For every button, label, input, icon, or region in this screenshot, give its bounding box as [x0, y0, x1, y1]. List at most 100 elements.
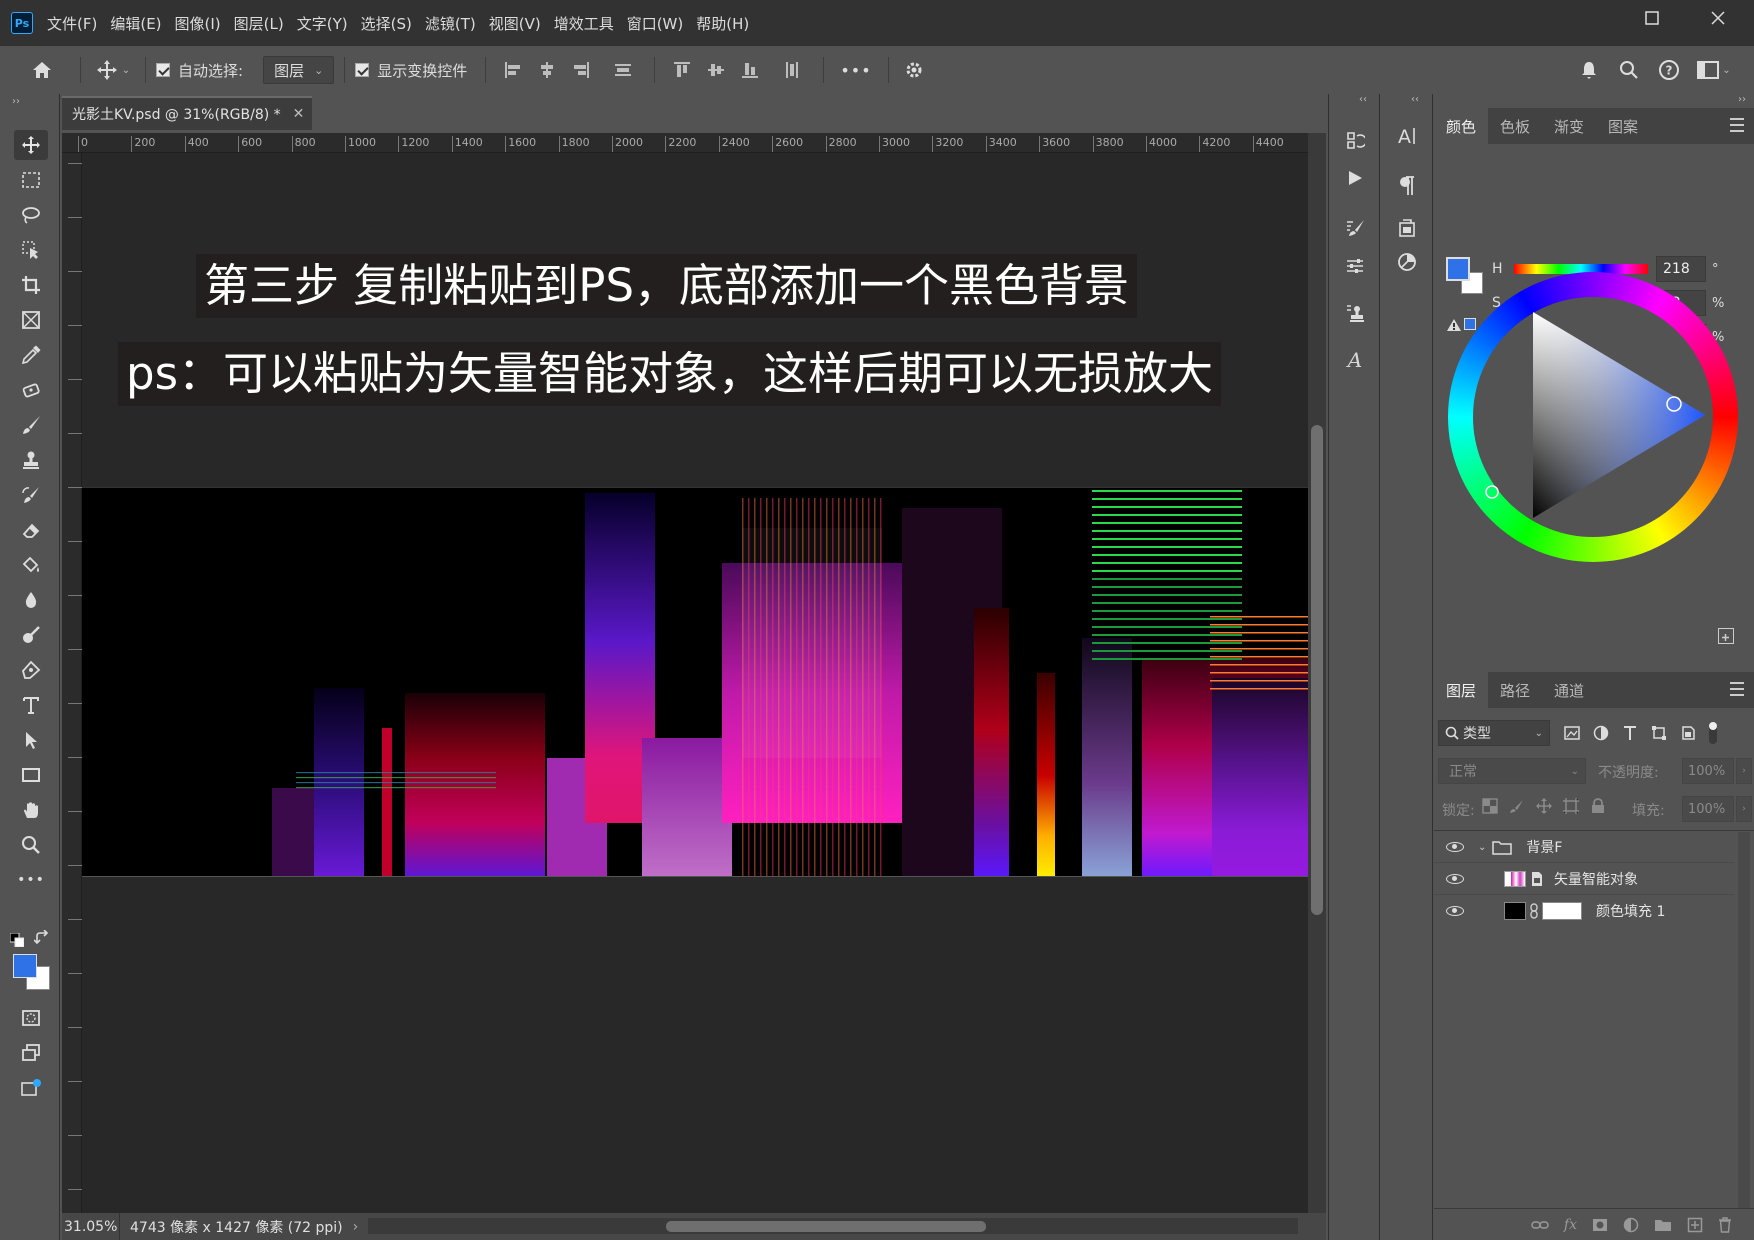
help-icon[interactable]: ?	[1654, 52, 1684, 88]
menu-filter[interactable]: 滤镜(T)	[425, 13, 476, 34]
lock-image-pixels-icon[interactable]	[1509, 798, 1525, 814]
menu-type[interactable]: 文字(Y)	[297, 13, 348, 34]
workspace-icon[interactable]: ⌄	[1694, 52, 1734, 88]
align-hcenter-icon[interactable]	[538, 61, 556, 79]
fill-field[interactable]: 100%	[1682, 796, 1734, 822]
pixel-layer-filter-icon[interactable]	[1564, 726, 1580, 740]
lasso-tool-icon[interactable]	[14, 200, 48, 230]
menu-layer[interactable]: 图层(L)	[234, 13, 284, 34]
shape-layer-filter-icon[interactable]	[1651, 725, 1667, 741]
clone-stamp-tool-icon[interactable]	[14, 445, 48, 475]
collapse-toolbar-icon[interactable]: ››	[12, 96, 20, 107]
panel-menu-icon[interactable]	[1730, 682, 1744, 696]
panel-menu-icon[interactable]	[1730, 118, 1744, 132]
link-layers-icon[interactable]	[1531, 1219, 1549, 1231]
align-vcenter-icon[interactable]	[707, 61, 725, 79]
character-panel-icon[interactable]: A	[1391, 120, 1423, 152]
menu-select[interactable]: 选择(S)	[361, 13, 412, 34]
distribute-vertical-icon[interactable]	[614, 61, 632, 79]
layer-filter-dropdown[interactable]: 类型 ⌄	[1438, 720, 1550, 746]
edit-toolbar-icon[interactable]	[14, 1073, 48, 1103]
lock-position-icon[interactable]	[1536, 798, 1552, 814]
paint-bucket-tool-icon[interactable]	[14, 550, 48, 580]
zoom-level[interactable]: 31.05%	[62, 1213, 120, 1240]
color-picker-panel-icon[interactable]	[1391, 246, 1423, 278]
layer-row-smart-object[interactable]: 矢量智能对象	[1434, 864, 1734, 895]
add-mask-icon[interactable]	[1592, 1217, 1608, 1233]
collapse-icon[interactable]: ‹‹	[1411, 94, 1419, 105]
vertical-scrollbar[interactable]	[1308, 133, 1326, 1213]
delete-layer-icon[interactable]	[1718, 1216, 1732, 1233]
auto-select-checkbox[interactable]	[156, 63, 170, 77]
collapse-icon[interactable]: ‹‹	[1359, 94, 1367, 105]
lock-all-icon[interactable]	[1590, 798, 1606, 814]
align-bottom-icon[interactable]	[741, 61, 759, 79]
actions-panel-icon[interactable]	[1339, 162, 1371, 194]
libraries-panel-icon[interactable]	[1391, 212, 1423, 244]
lock-transparent-pixels-icon[interactable]	[1482, 798, 1498, 814]
adjustment-layer-filter-icon[interactable]	[1593, 725, 1609, 741]
type-tool-icon[interactable]	[14, 690, 48, 720]
menu-file[interactable]: 文件(F)	[47, 13, 97, 34]
layer-name[interactable]: 矢量智能对象	[1554, 869, 1638, 889]
visibility-eye-icon[interactable]	[1446, 874, 1464, 884]
align-left-icon[interactable]	[504, 61, 522, 79]
hand-tool-icon[interactable]	[14, 795, 48, 825]
default-colors-icon[interactable]	[9, 932, 25, 948]
move-tool-preset-icon[interactable]: ⌄	[91, 52, 135, 88]
history-brush-tool-icon[interactable]	[14, 480, 48, 510]
search-icon[interactable]	[1614, 52, 1644, 88]
show-transform-checkbox[interactable]	[355, 63, 370, 77]
healing-brush-tool-icon[interactable]	[14, 375, 48, 405]
document-info[interactable]: 4743 像素 x 1427 像素 (72 ppi)	[120, 1217, 343, 1237]
visibility-eye-icon[interactable]	[1446, 905, 1464, 916]
layer-name[interactable]: 颜色填充 1	[1596, 901, 1665, 921]
tab-channels[interactable]: 通道	[1542, 672, 1596, 708]
clone-source-icon[interactable]	[1339, 298, 1371, 330]
layer-row-group[interactable]: ⌄ 背景F	[1434, 832, 1734, 863]
menu-edit[interactable]: 编辑(E)	[110, 13, 161, 34]
history-panel-icon[interactable]	[1339, 124, 1371, 156]
tab-swatches[interactable]: 色板	[1488, 108, 1542, 144]
eyedropper-tool-icon[interactable]	[14, 340, 48, 370]
visibility-eye-icon[interactable]	[1446, 842, 1464, 852]
home-icon[interactable]	[14, 52, 70, 88]
tab-layers[interactable]: 图层	[1434, 672, 1489, 708]
crop-tool-icon[interactable]	[14, 270, 48, 300]
glyphs-panel-icon[interactable]: A	[1339, 344, 1371, 376]
color-wheel[interactable]	[1448, 272, 1738, 562]
align-right-icon[interactable]	[572, 61, 590, 79]
collapse-panels-icon[interactable]: ››	[1738, 94, 1746, 105]
eraser-tool-icon[interactable]	[14, 515, 48, 545]
quick-mask-icon[interactable]	[14, 1003, 48, 1033]
menu-view[interactable]: 视图(V)	[489, 13, 541, 34]
menu-window[interactable]: 窗口(W)	[627, 13, 684, 34]
align-top-icon[interactable]	[673, 61, 691, 79]
close-document-icon[interactable]: ✕	[293, 106, 305, 122]
blend-mode-dropdown[interactable]: 正常 ⌄	[1438, 758, 1586, 784]
new-layer-icon[interactable]	[1687, 1217, 1703, 1233]
window-close-icon[interactable]	[1710, 10, 1726, 31]
document-tab[interactable]: 光影土KV.psd @ 31%(RGB/8) * ✕	[62, 96, 312, 130]
smart-object-filter-icon[interactable]	[1680, 725, 1696, 741]
foreground-color-swatch[interactable]	[13, 954, 37, 978]
status-menu-arrow-icon[interactable]: ›	[353, 1219, 359, 1235]
more-tools-icon[interactable]: •••	[14, 865, 48, 895]
scroll-thumb[interactable]	[666, 1221, 986, 1232]
filter-toggle[interactable]	[1709, 722, 1717, 744]
menu-help[interactable]: 帮助(H)	[696, 13, 749, 34]
fill-dropdown-icon[interactable]: ›	[1736, 796, 1752, 822]
opacity-field[interactable]: 100%	[1682, 758, 1734, 784]
menu-plugins[interactable]: 增效工具	[554, 13, 614, 34]
new-adjustment-layer-icon[interactable]	[1623, 1217, 1639, 1233]
brush-settings-icon[interactable]	[1339, 212, 1371, 244]
marquee-tool-icon[interactable]	[14, 165, 48, 195]
brush-tool-icon[interactable]	[14, 410, 48, 440]
type-layer-filter-icon[interactable]	[1622, 725, 1638, 741]
move-tool-icon[interactable]	[14, 130, 48, 160]
screen-mode-icon[interactable]	[14, 1038, 48, 1068]
scroll-thumb[interactable]	[1311, 425, 1323, 915]
layers-scrollbar[interactable]	[1738, 832, 1750, 1208]
group-expand-chevron-icon[interactable]: ⌄	[1478, 842, 1486, 853]
lock-artboard-icon[interactable]	[1563, 798, 1579, 814]
